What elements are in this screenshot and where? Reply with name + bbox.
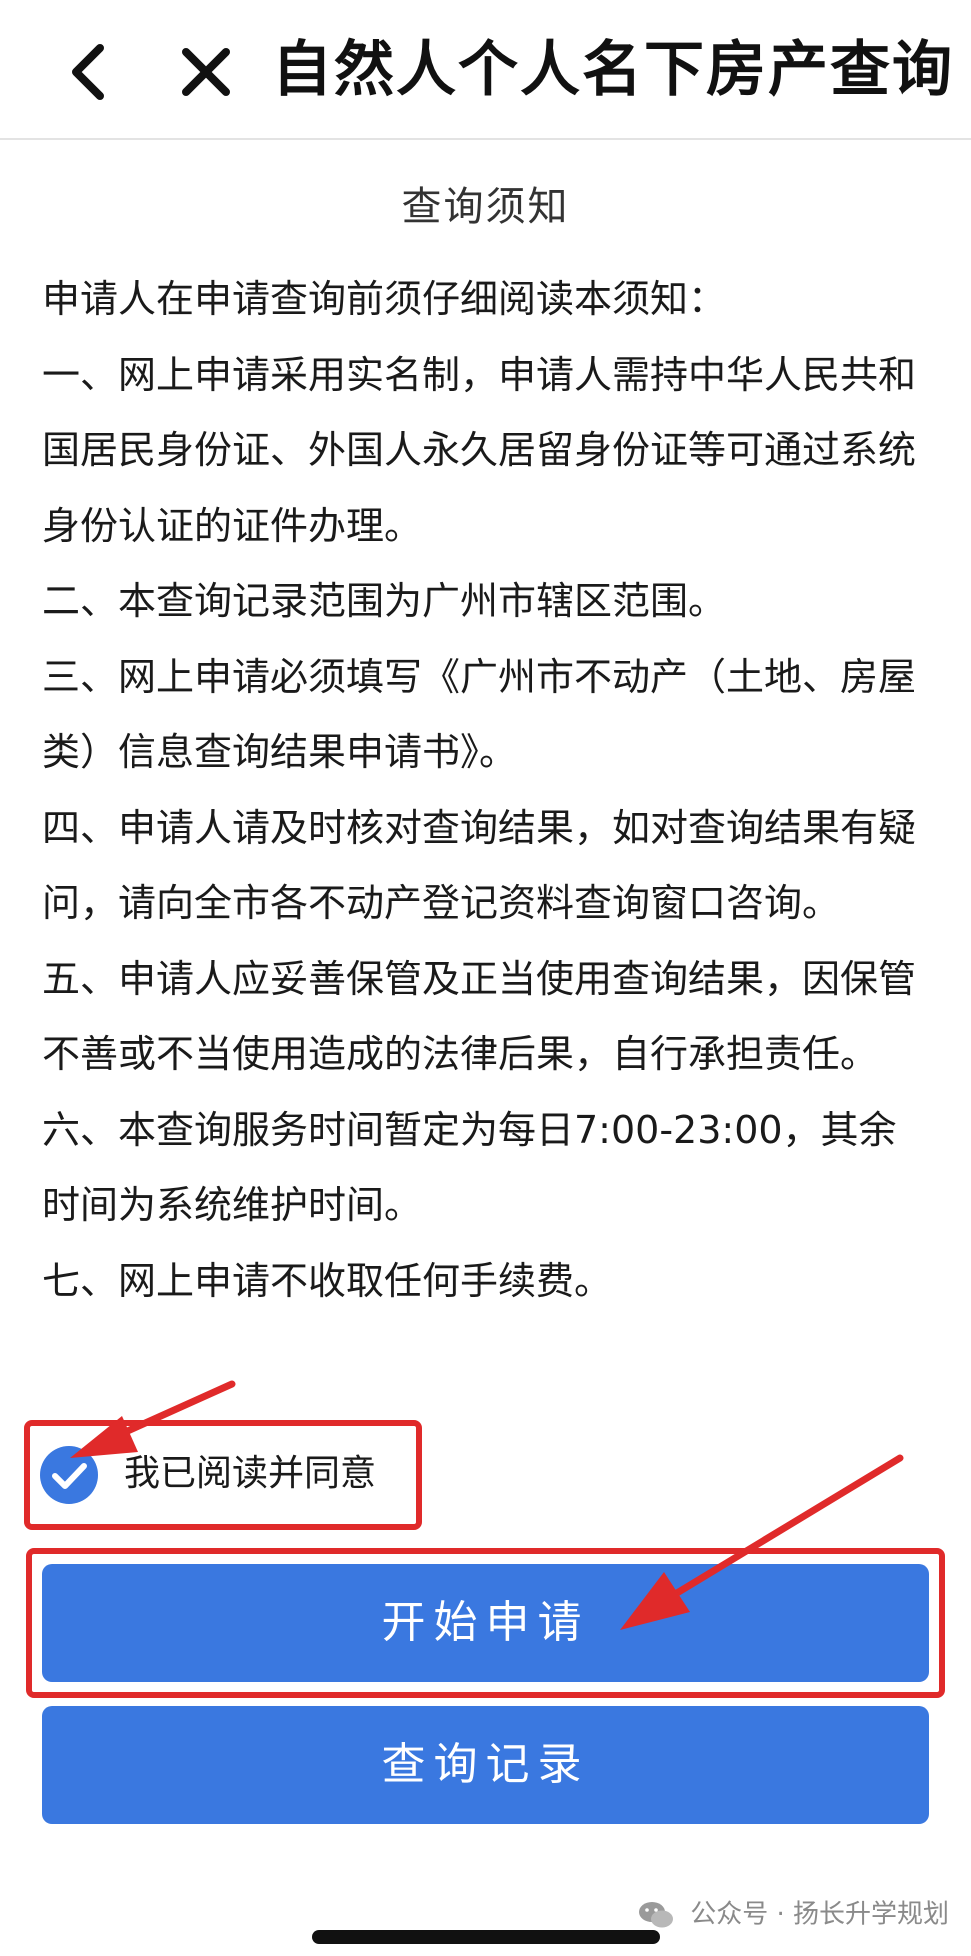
wechat-icon (639, 1901, 673, 1927)
watermark-text: 公众号 · 扬长升学规划 (690, 1899, 950, 1930)
close-button[interactable] (178, 44, 234, 100)
page-title: 自然人个人名下房产查询 (272, 35, 954, 105)
chevron-left-icon (72, 44, 104, 100)
back-button[interactable] (62, 40, 118, 104)
notice-line: 七、网上申请不收取任何手续费。 (42, 1258, 613, 1303)
notice-title: 查询须知 (401, 184, 570, 230)
notice-line: 申请人在申请查询前须仔细阅读本须知： (42, 277, 727, 321)
home-indicator (312, 1930, 660, 1944)
agreement-label: 我已阅读并同意 (124, 1453, 377, 1494)
query-records-button[interactable]: 查询记录 (42, 1706, 929, 1824)
notice-line: 六、本查询服务时间暂定为每日7:00-23:00，其余时间为系统维护时间。 (42, 1107, 897, 1228)
watermark: 公众号 · 扬长升学规划 (638, 1894, 949, 1934)
notice-body: 申请人在申请查询前须仔细阅读本须知： 一、网上申请采用实名制，申请人需持中华人民… (42, 262, 932, 1319)
agreement-checkbox[interactable]: 我已阅读并同意 (30, 1424, 420, 1524)
notice-line: 四、申请人请及时核对查询结果，如对查询结果有疑问，请向全市各不动产登记资料查询窗… (42, 805, 917, 926)
app-header: 自然人个人名下房产查询 (0, 0, 971, 140)
notice-line: 一、网上申请采用实名制，申请人需持中华人民共和国居民身份证、外国人永久居留身份证… (42, 352, 917, 548)
notice-line: 三、网上申请必须填写《广州市不动产（土地、房屋类）信息查询结果申请书》。 (42, 654, 917, 775)
close-icon (182, 48, 230, 96)
checkmark-icon (52, 1463, 87, 1489)
start-application-button[interactable]: 开始申请 (42, 1564, 929, 1682)
notice-line: 二、本查询记录范围为广州市辖区范围。 (42, 579, 727, 623)
checkbox-checked[interactable] (40, 1446, 98, 1504)
notice-line: 五、申请人应妥善保管及正当使用查询结果，因保管不善或不当使用造成的法律后果，自行… (42, 956, 917, 1077)
